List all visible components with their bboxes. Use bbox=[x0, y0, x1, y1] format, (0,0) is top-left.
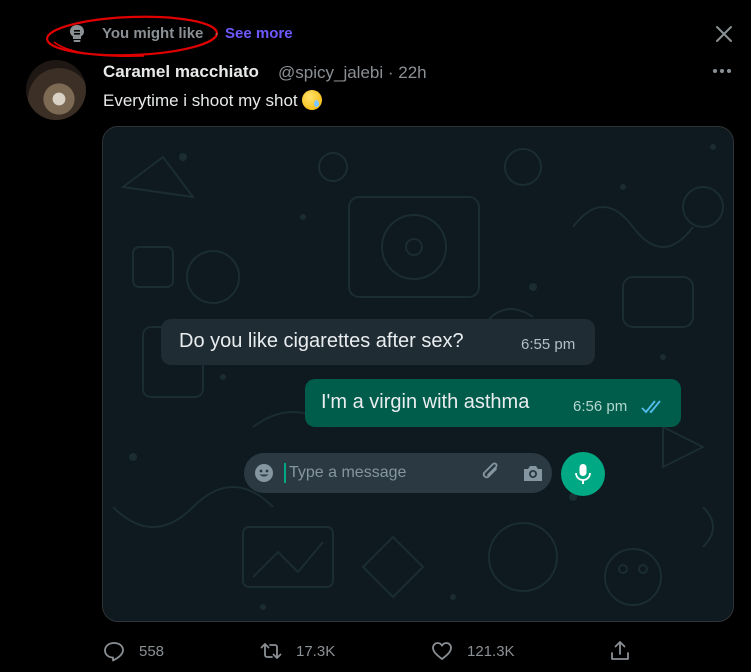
emoji-smiley-icon bbox=[255, 464, 273, 482]
reply-count: 558 bbox=[139, 642, 165, 660]
see-more-link[interactable]: See more bbox=[225, 25, 293, 42]
share-button[interactable] bbox=[609, 636, 645, 666]
reply-button[interactable]: 558 bbox=[103, 636, 164, 666]
incoming-message-time: 6:55 pm bbox=[521, 336, 576, 353]
camera-icon bbox=[524, 466, 542, 481]
microphone-icon bbox=[575, 464, 591, 484]
close-icon[interactable] bbox=[714, 24, 734, 44]
more-options-icon[interactable] bbox=[711, 61, 733, 81]
avatar[interactable] bbox=[26, 60, 86, 120]
suggestion-header: You might like · See more bbox=[0, 0, 751, 62]
share-upload-icon bbox=[611, 641, 629, 660]
outgoing-message-text: I'm a virgin with asthma bbox=[321, 391, 530, 413]
lightbulb-icon bbox=[70, 25, 84, 42]
outgoing-message-bubble: I'm a virgin with asthma 6:56 pm bbox=[305, 379, 681, 427]
microphone-button bbox=[561, 452, 605, 496]
retweet-count: 17.3K bbox=[296, 642, 336, 660]
message-input: Type a message bbox=[284, 463, 406, 483]
outgoing-message-time: 6:56 pm bbox=[573, 398, 628, 415]
tweet-actions-bar: 558 17.3K 121.3K bbox=[0, 636, 751, 666]
like-button[interactable]: 121.3K bbox=[431, 636, 515, 666]
tweet-text-body: Everytime i shoot my shot bbox=[103, 91, 298, 110]
heart-icon bbox=[432, 642, 452, 660]
you-might-like-label: You might like bbox=[102, 25, 204, 42]
chat-wallpaper-pattern bbox=[112, 144, 724, 610]
display-name[interactable]: Caramel macchiato bbox=[103, 62, 259, 82]
chat-input-bar: Type a message bbox=[244, 453, 552, 493]
like-count: 121.3K bbox=[467, 642, 515, 660]
tweet-media-image[interactable]: Do you like cigarettes after sex? 6:55 p… bbox=[102, 126, 734, 622]
tweet-text: Everytime i shoot my shot bbox=[103, 90, 322, 111]
retweet-icon bbox=[260, 643, 282, 659]
header-separator: · bbox=[214, 25, 219, 42]
incoming-message-text: Do you like cigarettes after sex? bbox=[179, 330, 464, 352]
retweet-button[interactable]: 17.3K bbox=[260, 636, 335, 666]
incoming-message-bubble: Do you like cigarettes after sex? 6:55 p… bbox=[161, 319, 595, 365]
handle-and-time[interactable]: @spicy_jalebi · 22h bbox=[278, 63, 427, 83]
paperclip-icon bbox=[482, 462, 498, 479]
reply-bubble-icon bbox=[104, 642, 124, 662]
double-check-icon bbox=[641, 400, 661, 414]
crying-face-emoji-icon bbox=[301, 90, 322, 110]
